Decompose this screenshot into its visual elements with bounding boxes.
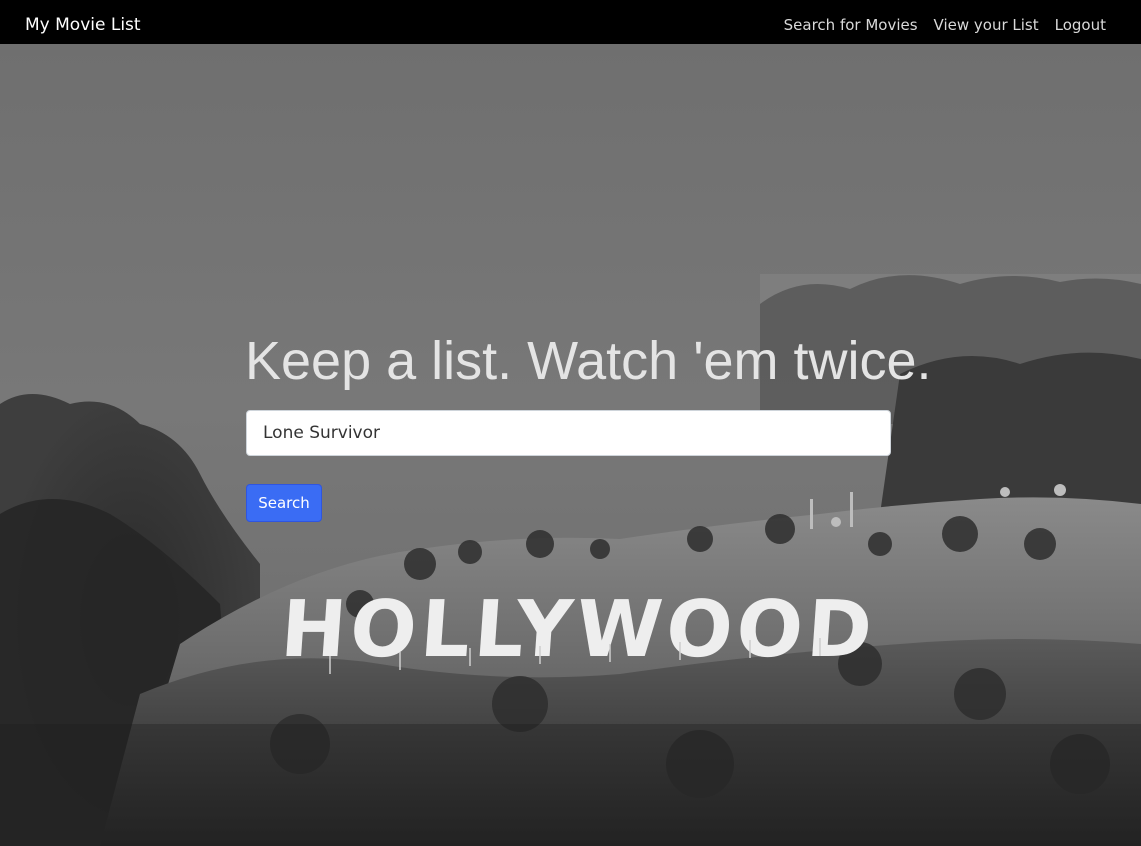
- search-button[interactable]: Search: [246, 484, 322, 522]
- nav-view-your-list[interactable]: View your List: [934, 14, 1039, 36]
- nav-links: Search for Movies View your List Logout: [784, 14, 1106, 36]
- nav-search-for-movies[interactable]: Search for Movies: [784, 14, 918, 36]
- nav-logout[interactable]: Logout: [1055, 14, 1106, 36]
- hollywood-sign: HOLLYWOOD: [278, 585, 879, 675]
- page: My Movie List Search for Movies View you…: [0, 0, 1141, 846]
- top-navbar: My Movie List Search for Movies View you…: [0, 0, 1141, 44]
- brand-link[interactable]: My Movie List: [25, 13, 141, 37]
- svg-text:HOLLYWOOD: HOLLYWOOD: [278, 585, 879, 675]
- movie-search-input[interactable]: [246, 410, 891, 456]
- hero-headline: Keep a list. Watch 'em twice.: [245, 331, 932, 391]
